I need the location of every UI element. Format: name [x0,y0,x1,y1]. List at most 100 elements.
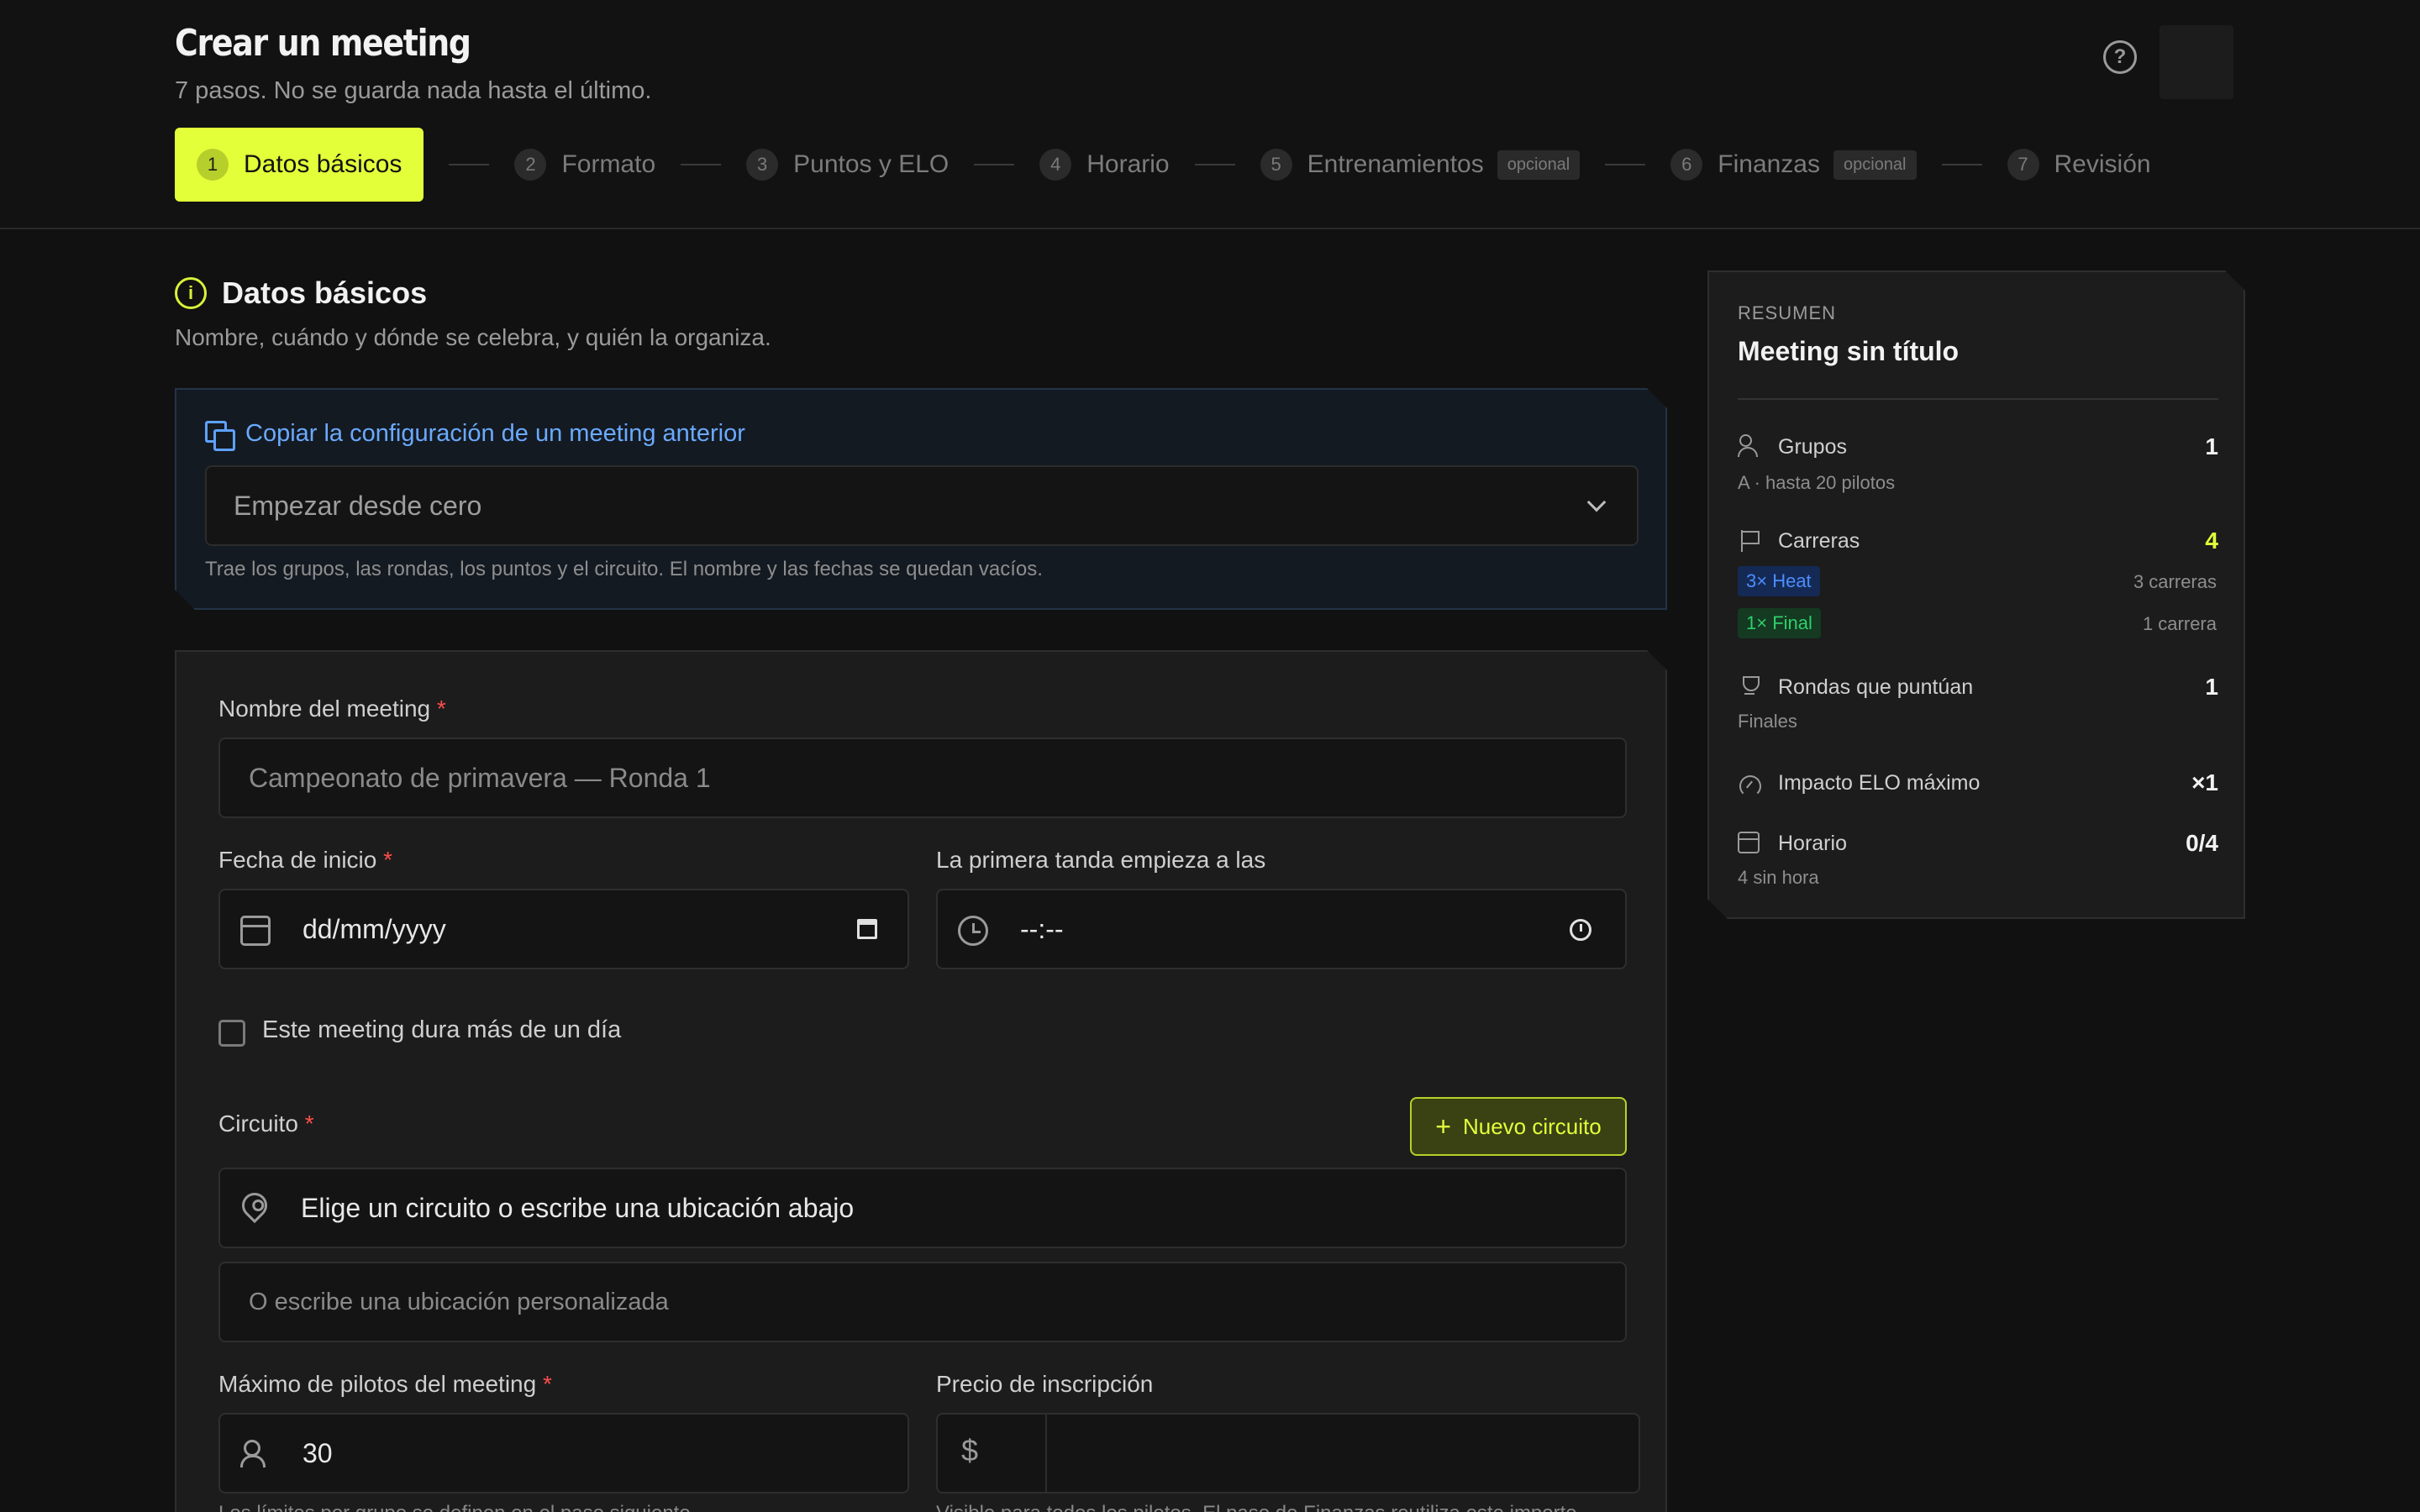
optional-badge: opcional [1833,150,1917,180]
step-number: 1 [197,149,229,181]
max-drivers-help: Los límites por grupo se definen en el p… [218,1502,696,1512]
step-horario[interactable]: 4 Horario [1039,128,1170,202]
step-revision[interactable]: 7 Revisión [2007,128,2151,202]
label-text: Fecha de inicio [218,847,377,873]
first-session-time-input[interactable]: --:-- [936,889,1627,969]
step-entrenamientos[interactable]: 5 Entrenamientos opcional [1260,128,1581,202]
chevron-down-icon [1587,493,1607,512]
races-value: 4 [2205,528,2218,554]
required-mark: * [436,696,446,722]
start-date-input[interactable]: dd/mm/yyyy [218,889,909,969]
heat-tag: 3× Heat [1738,566,1820,596]
step-connector [449,164,490,165]
section-title: Datos básicos [222,276,428,310]
step-label: Horario [1086,150,1170,178]
header: Crear un meeting 7 pasos. No se guarda n… [0,0,2420,229]
meeting-name-label: Nombre del meeting * [218,696,446,722]
step-connector [974,164,1015,165]
max-drivers-input[interactable]: 30 [218,1413,909,1494]
clock-icon [958,916,988,946]
step-formato[interactable]: 2 Formato [514,128,655,202]
stepper: 1 Datos básicos 2 Formato 3 Puntos y ELO… [175,128,2151,202]
schedule-value: 0/4 [2186,830,2218,856]
calendar-picker-icon[interactable] [857,919,877,939]
time-picker-icon[interactable] [1570,919,1591,941]
max-drivers-value: 30 [302,1437,333,1468]
copy-hint: Trae los grupos, las rondas, los puntos … [205,558,1043,580]
meeting-name-input[interactable]: Campeonato de primavera — Ronda 1 [218,738,1627,818]
optional-badge: opcional [1497,150,1581,180]
required-mark: * [304,1110,314,1137]
label-text: Nombre del meeting [218,696,431,722]
summary-rounds-row: Rondas que puntúan 1 [1738,672,2218,702]
custom-location-input[interactable]: O escribe una ubicación personalizada [218,1262,1627,1342]
groups-sub: A · hasta 20 pilotos [1738,472,1896,493]
step-label: Formato [561,150,656,178]
input-placeholder: O escribe una ubicación personalizada [249,1288,669,1315]
summary-panel: RESUMEN Meeting sin título Grupos 1 A · … [1707,270,2245,919]
new-circuit-button[interactable]: + Nuevo circuito [1410,1097,1627,1156]
groups-value: 1 [2205,433,2218,459]
page: Crear un meeting 7 pasos. No se guarda n… [0,0,2420,1512]
step-number: 7 [2007,149,2039,181]
page-subtitle: 7 pasos. No se guarda nada hasta el últi… [175,77,652,104]
step-number: 2 [514,149,547,181]
summary-divider [1738,398,2218,400]
step-number: 4 [1039,149,1072,181]
summary-title: Meeting sin título [1738,336,1960,366]
circuit-select[interactable]: Elige un circuito o escribe una ubicació… [218,1168,1627,1248]
rounds-label: Rondas que puntúan [1778,675,1974,699]
step-number: 5 [1260,149,1292,181]
label-text: Máximo de pilotos del meeting [218,1371,537,1397]
copy-icon [205,421,232,448]
copy-config-label: Copiar la configuración de un meeting an… [245,420,745,447]
circuit-label: Circuito * [218,1110,314,1137]
time-placeholder: --:-- [1020,913,1064,944]
flag-icon [1738,528,1763,554]
summary-races-row: Carreras 4 [1738,526,2218,556]
step-connector [1941,164,1982,165]
step-finanzas[interactable]: 6 Finanzas opcional [1670,128,1917,202]
users-icon [1738,434,1763,459]
copy-meeting-select[interactable]: Empezar desde cero [205,465,1639,546]
entry-price-help: Visible para todos los pilotos. El paso … [936,1502,1582,1512]
copy-config-link[interactable]: Copiar la configuración de un meeting an… [205,420,745,448]
groups-label: Grupos [1778,434,1847,459]
summary-elo-row: Impacto ELO máximo ×1 [1738,768,2218,798]
copy-config-card: Copiar la configuración de un meeting an… [175,388,1667,610]
step-number: 6 [1670,149,1703,181]
step-label: Puntos y ELO [793,150,950,178]
map-pin-icon [237,1188,272,1223]
final-tag: 1× Final [1738,608,1821,638]
calendar-icon [1738,832,1760,853]
label-text: Circuito [218,1110,298,1137]
step-datos-basicos[interactable]: 1 Datos básicos [175,128,424,202]
max-drivers-label: Máximo de pilotos del meeting * [218,1371,552,1398]
step-puntos-elo[interactable]: 3 Puntos y ELO [746,128,949,202]
basic-data-form: Nombre del meeting * Campeonato de prima… [175,650,1667,1512]
plus-icon: + [1435,1111,1451,1142]
entry-price-label: Precio de inscripción [936,1371,1154,1397]
avatar[interactable] [2160,25,2233,99]
step-connector [1194,164,1235,165]
page-title: Crear un meeting [175,22,471,65]
races-label: Carreras [1778,528,1860,553]
multiday-label[interactable]: Este meeting dura más de un día [262,1016,621,1044]
schedule-label: Horario [1778,831,1847,855]
summary-groups-row: Grupos 1 [1738,432,2218,462]
gauge-icon [1738,770,1763,795]
step-label: Revisión [2054,150,2151,178]
section-header: i Datos básicos [175,276,427,311]
required-mark: * [383,847,393,873]
step-connector [1605,164,1646,165]
entry-price-input[interactable]: $ [936,1413,1640,1494]
help-icon[interactable]: ? [2103,40,2137,74]
info-icon: i [175,277,207,309]
multiday-checkbox[interactable] [218,1020,245,1047]
summary-schedule-row: Horario 0/4 [1738,828,2218,858]
schedule-sub: 4 sin hora [1738,867,1819,888]
required-mark: * [542,1371,552,1397]
step-label: Finanzas [1718,150,1820,178]
dollar-icon: $ [961,1433,979,1467]
select-value: Empezar desde cero [234,490,482,521]
